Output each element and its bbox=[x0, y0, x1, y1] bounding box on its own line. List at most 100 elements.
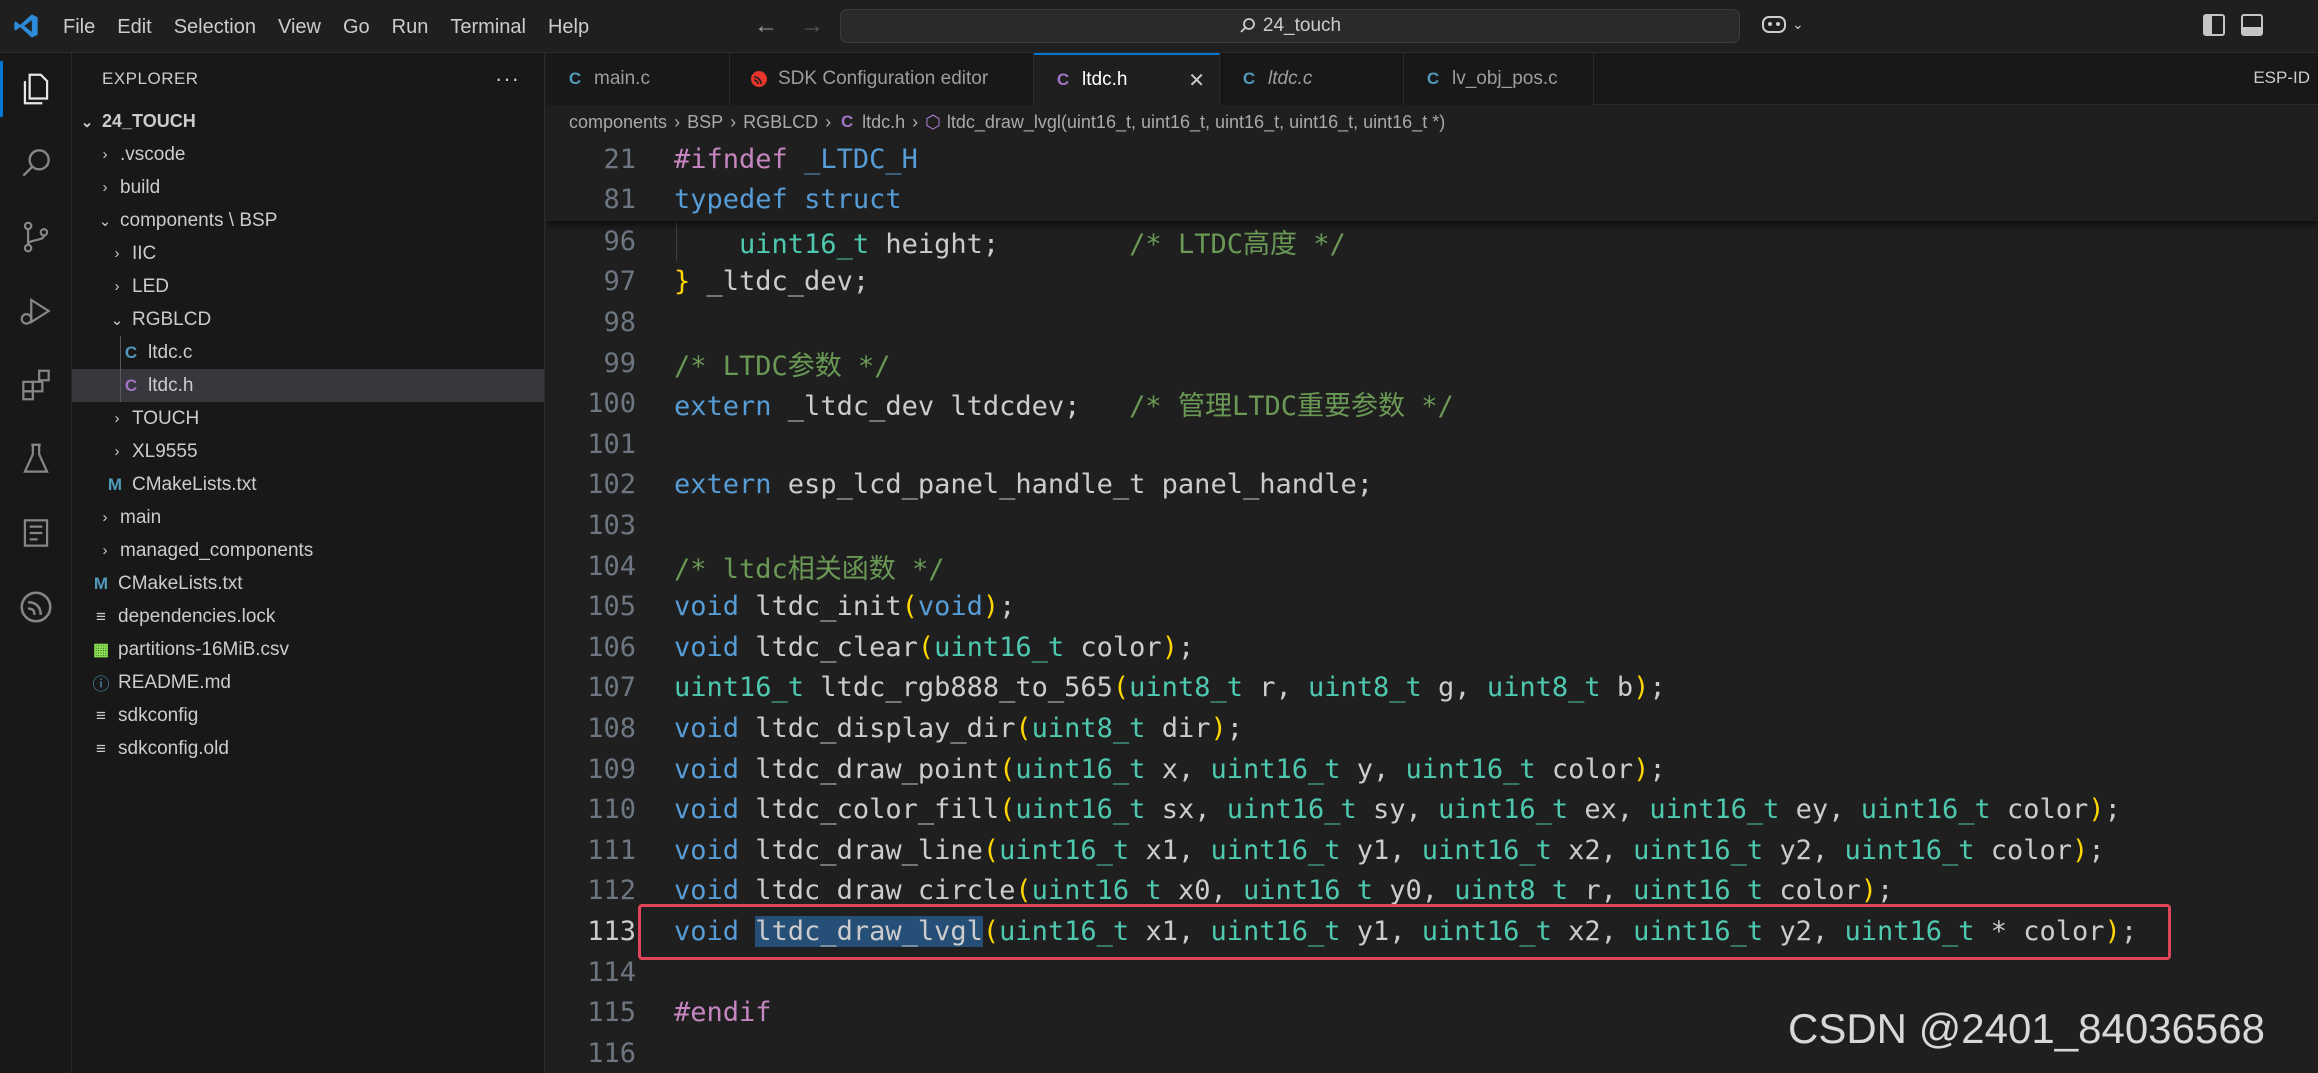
tree-item-label: TOUCH bbox=[132, 407, 200, 429]
menu-run[interactable]: Run bbox=[381, 9, 440, 45]
breadcrumb: components › BSP › RGBLCD › C ltdc.h › ⬡… bbox=[546, 105, 2318, 139]
toggle-primary-sidebar-icon[interactable] bbox=[2203, 14, 2225, 36]
explorer-header: EXPLORER ··· bbox=[72, 53, 544, 105]
navigation-arrows: ← → bbox=[752, 13, 826, 39]
toggle-panel-icon[interactable] bbox=[2241, 14, 2263, 36]
menu-help[interactable]: Help bbox=[537, 9, 600, 45]
line-number: 109 bbox=[587, 753, 636, 785]
tab-main-c[interactable]: C main.c bbox=[546, 53, 730, 105]
forward-arrow-icon[interactable]: → bbox=[798, 13, 826, 39]
tree-item-build[interactable]: › build bbox=[72, 171, 544, 204]
breadcrumb-symbol[interactable]: ltdc_draw_lvgl(uint16_t, uint16_t, uint1… bbox=[947, 112, 1445, 133]
command-center-search[interactable]: 24_touch bbox=[840, 9, 1740, 43]
espressif-icon bbox=[20, 591, 52, 623]
run-debug-activity[interactable] bbox=[0, 275, 72, 347]
vscode-logo-icon[interactable] bbox=[12, 12, 40, 40]
c-file-icon: C bbox=[124, 342, 138, 362]
tree-item-rgblcd[interactable]: ⌄ RGBLCD bbox=[72, 303, 544, 336]
explorer-activity[interactable] bbox=[0, 53, 72, 125]
tab-label: ltdc.h bbox=[1082, 69, 1128, 90]
breadcrumb-item[interactable]: RGBLCD bbox=[743, 112, 818, 133]
menu-go[interactable]: Go bbox=[332, 9, 381, 45]
search-activity[interactable] bbox=[0, 127, 72, 199]
breadcrumb-item[interactable]: BSP bbox=[687, 112, 723, 133]
chevron-right-icon: › bbox=[674, 111, 681, 132]
more-actions-icon[interactable]: ··· bbox=[495, 66, 520, 92]
line-number: 116 bbox=[587, 1037, 636, 1069]
line-number: 101 bbox=[587, 428, 636, 460]
code-text: uint16_t height; /* LTDC高度 */ bbox=[739, 228, 1346, 260]
tree-item-cmakelists-bsp[interactable]: M CMakeLists.txt bbox=[72, 468, 544, 501]
esp-idf-activity[interactable] bbox=[0, 571, 72, 643]
c-file-icon: C bbox=[1426, 69, 1440, 88]
line-number: 103 bbox=[587, 509, 636, 541]
menu-view[interactable]: View bbox=[267, 9, 332, 45]
editor-tab-bar: C main.c SDK Configuration editor C ltdc… bbox=[546, 53, 2318, 105]
chevron-down-icon: ⌄ bbox=[110, 311, 124, 329]
tree-item-xl9555[interactable]: › XL9555 bbox=[72, 435, 544, 468]
remote-explorer-activity[interactable] bbox=[0, 497, 72, 569]
c-file-icon: C bbox=[568, 69, 582, 88]
testing-activity[interactable] bbox=[0, 423, 72, 495]
code-text: extern esp_lcd_panel_handle_t panel_hand… bbox=[674, 469, 1373, 501]
indent-guide bbox=[120, 336, 121, 402]
menu-selection[interactable]: Selection bbox=[163, 9, 267, 45]
close-icon[interactable]: ✕ bbox=[1188, 68, 1205, 93]
chevron-down-icon: ⌄ bbox=[1792, 15, 1804, 32]
line-number: 81 bbox=[603, 184, 636, 216]
code-line: 101 bbox=[546, 424, 2318, 465]
extensions-activity[interactable] bbox=[0, 349, 72, 421]
tab-lv-obj-pos-c[interactable]: C lv_obj_pos.c bbox=[1404, 53, 1594, 105]
source-control-activity[interactable] bbox=[0, 201, 72, 273]
code-line: 100 extern _ltdc_dev ltdcdev; /* 管理LTDC重… bbox=[546, 383, 2318, 424]
tab-label: lv_obj_pos.c bbox=[1452, 68, 1558, 89]
copilot-button[interactable]: ⌄ bbox=[1760, 12, 1804, 36]
tab-ltdc-c[interactable]: C ltdc.c bbox=[1220, 53, 1404, 105]
tree-item-label: README.md bbox=[118, 671, 231, 693]
tree-item-label: CMakeLists.txt bbox=[132, 473, 257, 495]
code-text: void ltdc_display_dir(uint8_t dir); bbox=[674, 712, 1243, 744]
line-number: 99 bbox=[603, 347, 636, 379]
chevron-right-icon: › bbox=[102, 179, 108, 196]
tree-item-partitions-csv[interactable]: ▦ partitions-16MiB.csv bbox=[72, 633, 544, 666]
esp-idf-tab-label[interactable]: ESP-ID bbox=[2253, 68, 2310, 88]
line-number: 105 bbox=[587, 591, 636, 623]
sticky-scroll[interactable]: 21 #ifndef _LTDC_H 81 typedef struct bbox=[546, 139, 2318, 221]
back-arrow-icon[interactable]: ← bbox=[752, 13, 780, 39]
tree-item-main[interactable]: › main bbox=[72, 501, 544, 534]
line-number: 113 bbox=[587, 915, 636, 947]
code-text: void ltdc_clear(uint16_t color); bbox=[674, 631, 1195, 663]
tree-item-ltdc-h[interactable]: C ltdc.h bbox=[72, 369, 544, 402]
workspace-root[interactable]: ⌄ 24_TOUCH bbox=[72, 105, 544, 138]
tree-item-led[interactable]: › LED bbox=[72, 270, 544, 303]
chevron-right-icon: › bbox=[114, 410, 120, 427]
tree-item-managed-components[interactable]: › managed_components bbox=[72, 534, 544, 567]
tree-item-vscode[interactable]: › .vscode bbox=[72, 138, 544, 171]
espressif-icon bbox=[751, 71, 767, 87]
tree-item-sdkconfig-old[interactable]: ≡ sdkconfig.old bbox=[72, 732, 544, 765]
tree-item-label: XL9555 bbox=[132, 440, 198, 462]
tree-item-sdkconfig[interactable]: ≡ sdkconfig bbox=[72, 699, 544, 732]
tab-ltdc-h[interactable]: C ltdc.h ✕ bbox=[1034, 53, 1220, 105]
tree-item-cmakelists-root[interactable]: M CMakeLists.txt bbox=[72, 567, 544, 600]
code-text: typedef struct bbox=[674, 184, 902, 216]
tree-item-label: sdkconfig bbox=[118, 704, 199, 726]
code-text: } _ltdc_dev; bbox=[674, 266, 870, 298]
tree-item-label: ltdc.h bbox=[148, 374, 194, 396]
tree-item-ltdc-c[interactable]: C ltdc.c bbox=[72, 336, 544, 369]
tree-item-components-bsp[interactable]: ⌄ components \ BSP bbox=[72, 204, 544, 237]
code-line: 107 uint16_t ltdc_rgb888_to_565(uint8_t … bbox=[546, 668, 2318, 709]
code-text: void ltdc_init(void); bbox=[674, 591, 1016, 623]
breadcrumb-item[interactable]: components bbox=[569, 112, 667, 133]
menu-edit[interactable]: Edit bbox=[106, 9, 162, 45]
tree-item-label: CMakeLists.txt bbox=[118, 572, 243, 594]
tree-item-dependencies-lock[interactable]: ≡ dependencies.lock bbox=[72, 600, 544, 633]
menu-file[interactable]: File bbox=[52, 9, 106, 45]
tree-item-touch[interactable]: › TOUCH bbox=[72, 402, 544, 435]
menu-terminal[interactable]: Terminal bbox=[439, 9, 537, 45]
tree-item-iic[interactable]: › IIC bbox=[72, 237, 544, 270]
tab-sdk-configuration-editor[interactable]: SDK Configuration editor bbox=[730, 53, 1034, 105]
line-number: 97 bbox=[603, 266, 636, 298]
tree-item-readme[interactable]: ⓘ README.md bbox=[72, 666, 544, 699]
breadcrumb-item[interactable]: ltdc.h bbox=[862, 112, 905, 133]
